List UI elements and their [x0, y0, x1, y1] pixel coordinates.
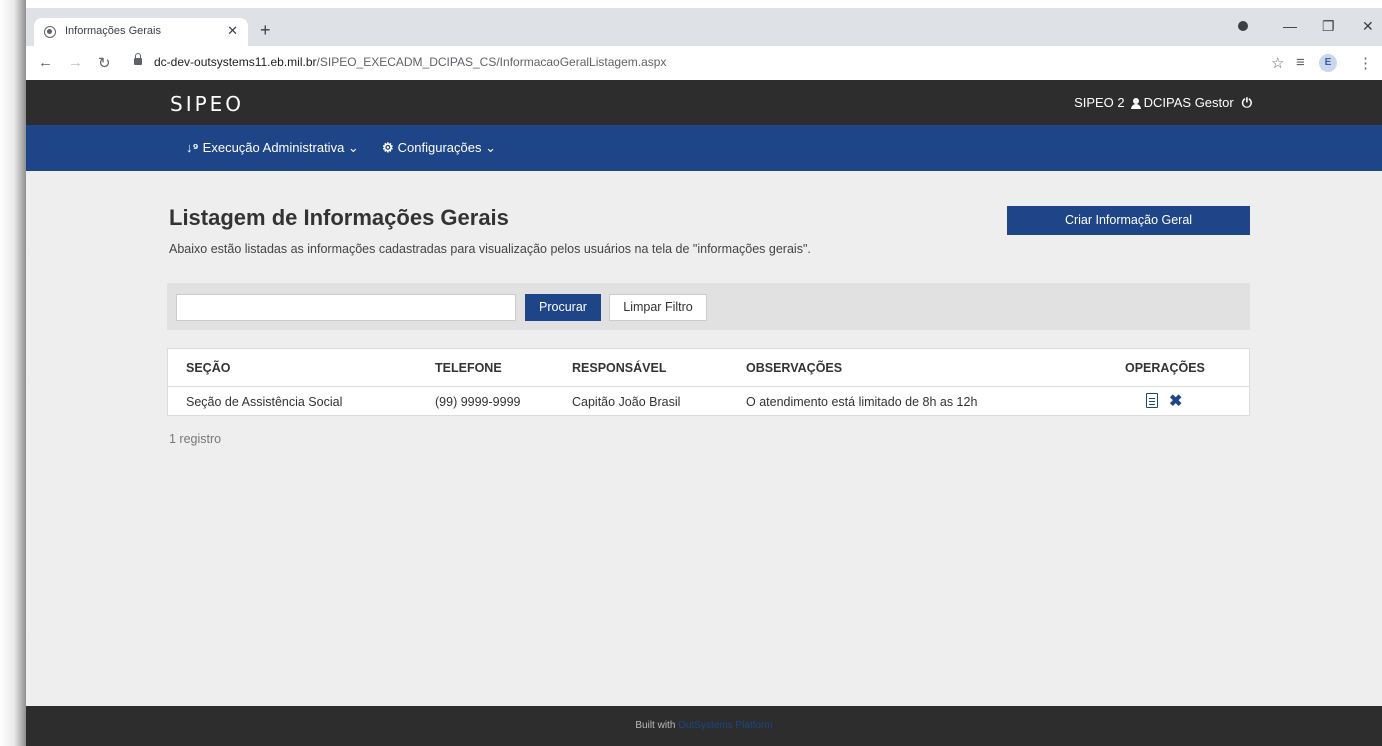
page-description: Abaixo estão listadas as informações cad…	[169, 242, 811, 256]
tab-title: Informações Gerais	[65, 25, 161, 37]
footer-text: Built with OutSystems Platform	[635, 720, 772, 731]
app-page: SIPEO SIPEO 2 DCIPAS Gestor ⏻ ↓⁹ Execução A…	[26, 80, 1382, 746]
info-table: SEÇÃO TELEFONE RESPONSÁVEL OBSERVAÇÕES O…	[167, 348, 1250, 416]
menu-label: Execução Administrativa	[202, 140, 345, 155]
table-header[interactable]: OBSERVAÇÕES	[746, 361, 842, 375]
close-icon[interactable]: ✕	[227, 23, 238, 39]
search-input[interactable]	[176, 294, 516, 321]
url-path: /SIPEO_EXECADM_DCIPAS_CS/InformacaoGeral…	[316, 55, 667, 69]
forward-icon[interactable]: →	[68, 54, 83, 71]
globe-icon	[44, 26, 56, 38]
new-tab-button[interactable]: +	[260, 21, 271, 39]
built-with-label: Built with	[635, 720, 676, 731]
lock-icon	[134, 53, 142, 65]
table-cell: O atendimento está limitado de 8h as 12h	[746, 395, 978, 409]
table-header[interactable]: SEÇÃO	[186, 361, 230, 375]
table-header[interactable]: RESPONSÁVEL	[572, 361, 666, 375]
table-header: OPERAÇÕES	[1125, 361, 1205, 375]
footer: Built with OutSystems Platform	[26, 706, 1382, 746]
gears-icon: ⚙	[382, 140, 394, 155]
screenshot-shadow	[0, 0, 26, 746]
star-icon[interactable]: ☆	[1271, 54, 1284, 72]
tab-strip: Informações Gerais ✕ + — ❐ ✕	[26, 8, 1382, 46]
window-close-icon[interactable]: ✕	[1362, 18, 1374, 35]
menu-configuracoes[interactable]: ⚙ Configurações ⌄	[382, 140, 496, 156]
user-name[interactable]: DCIPAS Gestor	[1144, 95, 1234, 110]
create-info-button[interactable]: Criar Informação Geral	[1007, 206, 1250, 235]
browser-tab[interactable]: Informações Gerais ✕	[34, 18, 248, 46]
table-header[interactable]: TELEFONE	[435, 361, 502, 375]
caret-down-icon: ⌄	[347, 140, 359, 155]
app-logo[interactable]: SIPEO	[170, 92, 244, 116]
back-icon[interactable]: ←	[38, 54, 53, 71]
user-icon	[1130, 98, 1141, 109]
reading-list-icon[interactable]: ≡	[1296, 54, 1305, 71]
divider	[168, 386, 1249, 387]
table-cell: Seção de Assistência Social	[186, 395, 343, 409]
app-topbar: SIPEO SIPEO 2 DCIPAS Gestor ⏻	[26, 80, 1382, 125]
menu-execucao-administrativa[interactable]: ↓⁹ Execução Administrativa ⌄	[186, 140, 359, 156]
browser-window: Informações Gerais ✕ + — ❐ ✕ ← → ↻ dc-de…	[26, 8, 1382, 746]
table-cell: Capitão João Brasil	[572, 395, 681, 409]
search-button[interactable]: Procurar	[525, 294, 601, 321]
filter-panel: Procurar Limpar Filtro	[167, 283, 1250, 330]
edit-document-icon[interactable]	[1146, 393, 1158, 408]
power-icon[interactable]: ⏻	[1242, 95, 1252, 111]
caret-down-icon: ⌄	[485, 140, 497, 155]
record-count: 1 registro	[169, 432, 222, 446]
menu-label: Configurações	[397, 140, 482, 155]
delete-icon[interactable]: ✖	[1169, 391, 1182, 411]
browser-toolbar: ← → ↻ dc-dev-outsystems11.eb.mil.br/SIPE…	[26, 46, 1382, 81]
maximize-icon[interactable]: ❐	[1322, 18, 1335, 35]
minimize-icon[interactable]: —	[1283, 18, 1297, 34]
avatar[interactable]: E	[1319, 54, 1337, 72]
record-icon[interactable]	[1238, 21, 1248, 31]
table-cell: (99) 9999-9999	[435, 395, 521, 409]
sort-numeric-icon: ↓⁹	[186, 140, 199, 155]
reload-icon[interactable]: ↻	[98, 54, 111, 72]
outsystems-link[interactable]: OutSystems Platform	[678, 720, 772, 731]
page-title: Listagem de Informações Gerais	[169, 205, 509, 230]
clear-filter-button[interactable]: Limpar Filtro	[609, 294, 707, 321]
user-area: SIPEO 2 DCIPAS Gestor ⏻	[1074, 95, 1252, 111]
address-bar[interactable]: dc-dev-outsystems11.eb.mil.br/SIPEO_EXEC…	[154, 55, 666, 69]
more-menu-icon[interactable]: ⋮	[1358, 54, 1373, 72]
system-name: SIPEO 2	[1074, 95, 1125, 110]
main-menu: ↓⁹ Execução Administrativa ⌄ ⚙ Configuraçõ…	[26, 125, 1382, 171]
url-host: dc-dev-outsystems11.eb.mil.br	[154, 55, 317, 69]
